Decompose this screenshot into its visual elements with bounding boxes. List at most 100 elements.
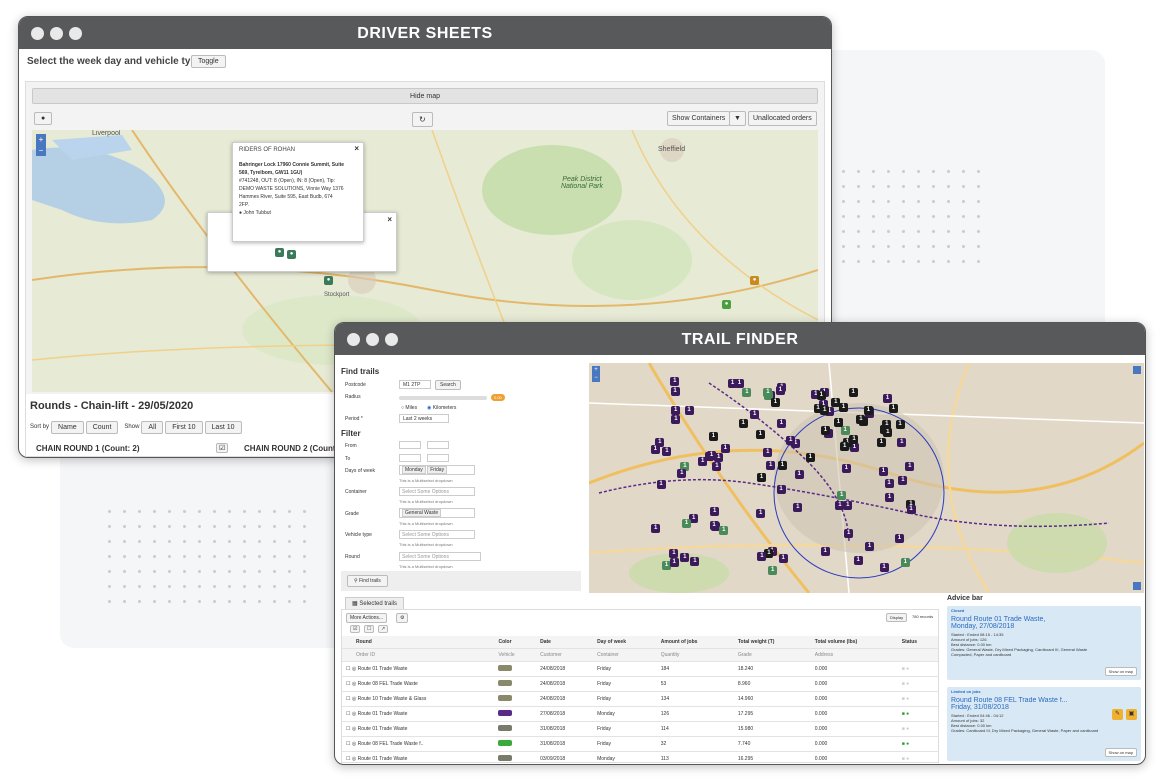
- table-row[interactable]: ☐ ◎ Route 01 Trade Waste 03/09/2018 Monday…: [342, 751, 938, 764]
- view-icon[interactable]: ▣: [1126, 709, 1137, 720]
- trail-marker[interactable]: 1: [844, 529, 854, 539]
- trail-marker[interactable]: 1: [853, 555, 863, 565]
- layers-icon[interactable]: [1133, 366, 1141, 374]
- map-marker[interactable]: ●: [750, 276, 759, 285]
- trail-marker[interactable]: 1: [738, 419, 748, 429]
- trail-marker[interactable]: 1: [708, 432, 718, 442]
- trail-map[interactable]: + − 1111111111111111111111111111111111111…: [589, 363, 1144, 593]
- trail-marker[interactable]: 1: [776, 418, 786, 428]
- trail-marker[interactable]: 1: [837, 490, 847, 500]
- trail-marker[interactable]: 1: [690, 557, 700, 567]
- from-hour-select[interactable]: [399, 441, 421, 449]
- map-marker[interactable]: ●: [722, 300, 731, 309]
- table-row[interactable]: ☐ ◎ Route 01 Trade Waste 27/08/2018 Monday…: [342, 706, 938, 722]
- trail-marker[interactable]: 1: [680, 552, 690, 562]
- trail-marker[interactable]: 1: [793, 503, 803, 513]
- row-checkbox[interactable]: ☐ ◎: [346, 726, 358, 732]
- trail-marker[interactable]: 1: [848, 388, 858, 398]
- trail-marker[interactable]: 1: [755, 429, 765, 439]
- trail-marker[interactable]: 1: [778, 554, 788, 564]
- table-row[interactable]: ☐ ◎ Route 08 FEL Trade Waste f.. 31/08/20…: [342, 736, 938, 752]
- trail-marker[interactable]: 1: [840, 441, 850, 451]
- popup-close-icon[interactable]: ×: [387, 215, 392, 224]
- column-header[interactable]: Date: [536, 636, 594, 649]
- trail-marker[interactable]: 1: [777, 460, 787, 470]
- column-header[interactable]: Total weight (T): [733, 636, 811, 649]
- filter-icon[interactable]: ▼: [729, 111, 746, 126]
- trail-marker[interactable]: 1: [856, 414, 866, 424]
- trail-marker[interactable]: 1: [894, 533, 904, 543]
- trail-marker[interactable]: 1: [670, 386, 680, 396]
- trail-marker[interactable]: 1: [906, 504, 916, 514]
- zoom-controls[interactable]: + −: [36, 134, 46, 156]
- find-trails-button[interactable]: ⚲ Find trails: [347, 575, 388, 587]
- popup-close-icon[interactable]: ×: [354, 144, 359, 153]
- trail-marker[interactable]: 1: [841, 464, 851, 474]
- trail-marker[interactable]: 1: [671, 415, 681, 425]
- refresh-icon[interactable]: ↻: [412, 112, 433, 127]
- trail-marker[interactable]: 1: [662, 446, 672, 456]
- day-chip[interactable]: Friday: [427, 466, 448, 474]
- trail-marker[interactable]: 1: [843, 501, 853, 511]
- row-checkbox[interactable]: ☐ ◎: [346, 711, 358, 717]
- column-header[interactable]: Status: [897, 636, 938, 649]
- trail-marker[interactable]: 1: [883, 427, 893, 437]
- trail-marker[interactable]: 1: [831, 397, 841, 407]
- trail-marker[interactable]: 1: [813, 404, 823, 414]
- grade-multiselect[interactable]: General Waste: [399, 508, 475, 518]
- display-select[interactable]: Display: [886, 613, 908, 622]
- trail-marker[interactable]: 1: [786, 435, 796, 445]
- trail-marker[interactable]: 1: [670, 377, 680, 387]
- trail-marker[interactable]: 1: [775, 385, 785, 395]
- expand-icon[interactable]: ↗: [378, 625, 389, 633]
- days-multiselect[interactable]: Monday Friday: [399, 465, 475, 475]
- table-row[interactable]: ☐ ◎ Route 08 FEL Trade Waste 24/08/2018 Fr…: [342, 676, 938, 692]
- miles-radio[interactable]: ○ Miles: [401, 405, 417, 411]
- trail-marker[interactable]: 1: [651, 524, 661, 534]
- trail-marker[interactable]: 1: [742, 388, 752, 398]
- trail-marker[interactable]: 1: [770, 398, 780, 408]
- kilometers-radio[interactable]: ◉ Kilometers: [427, 405, 456, 411]
- edit-icon[interactable]: ✎: [1112, 709, 1123, 720]
- column-header[interactable]: Total volume (lbs): [810, 636, 898, 649]
- trail-marker[interactable]: 1: [878, 467, 888, 477]
- trail-marker[interactable]: 1: [757, 551, 767, 561]
- trail-marker[interactable]: 1: [684, 405, 694, 415]
- trail-marker[interactable]: 1: [835, 500, 845, 510]
- trail-marker[interactable]: 1: [763, 448, 773, 458]
- column-header[interactable]: Color: [494, 636, 537, 649]
- trail-marker[interactable]: 1: [768, 566, 778, 576]
- table-row[interactable]: ☐ ◎ Route 01 Trade Waste 31/08/2018 Friday…: [342, 721, 938, 737]
- settings-gear-icon[interactable]: ⚙: [396, 613, 409, 623]
- trail-marker[interactable]: 1: [712, 461, 722, 471]
- trail-marker[interactable]: 1: [669, 558, 679, 568]
- trail-marker[interactable]: 1: [898, 475, 908, 485]
- from-minute-select[interactable]: [427, 441, 449, 449]
- trail-marker[interactable]: 1: [897, 437, 907, 447]
- map-marker[interactable]: ●: [287, 250, 296, 259]
- location-pin-icon[interactable]: ●: [34, 112, 53, 125]
- trail-marker[interactable]: 1: [816, 391, 826, 401]
- trail-marker[interactable]: 1: [900, 558, 910, 568]
- more-actions-select[interactable]: More Actions...: [346, 613, 388, 623]
- to-minute-select[interactable]: [427, 454, 449, 462]
- trail-marker[interactable]: 1: [849, 434, 859, 444]
- trail-marker[interactable]: 1: [883, 393, 893, 403]
- row-checkbox[interactable]: ☐ ◎: [346, 756, 358, 762]
- radius-slider[interactable]: [399, 396, 487, 400]
- table-row[interactable]: ☐ ◎ Route 10 Trade Waste & Glass 24/08/20…: [342, 691, 938, 707]
- table-row[interactable]: ☐ ◎ Route 01 Trade Waste 24/08/2018 Friday…: [342, 661, 938, 677]
- show-containers-button[interactable]: Show Containers: [667, 111, 731, 126]
- show-last-button[interactable]: Last 10: [204, 420, 242, 434]
- trail-marker[interactable]: 1: [719, 526, 729, 536]
- zoom-controls[interactable]: + −: [592, 366, 600, 382]
- show-on-map-button[interactable]: Show on map: [1104, 667, 1137, 676]
- trail-marker[interactable]: 1: [763, 388, 773, 398]
- trail-marker[interactable]: 1: [864, 541, 874, 551]
- trail-marker[interactable]: 1: [833, 418, 843, 428]
- to-hour-select[interactable]: [399, 454, 421, 462]
- fullscreen-icon[interactable]: [1133, 582, 1141, 590]
- trail-marker[interactable]: 1: [669, 548, 679, 558]
- deselect-icon[interactable]: ☐: [364, 625, 375, 633]
- trail-marker[interactable]: 1: [839, 403, 849, 413]
